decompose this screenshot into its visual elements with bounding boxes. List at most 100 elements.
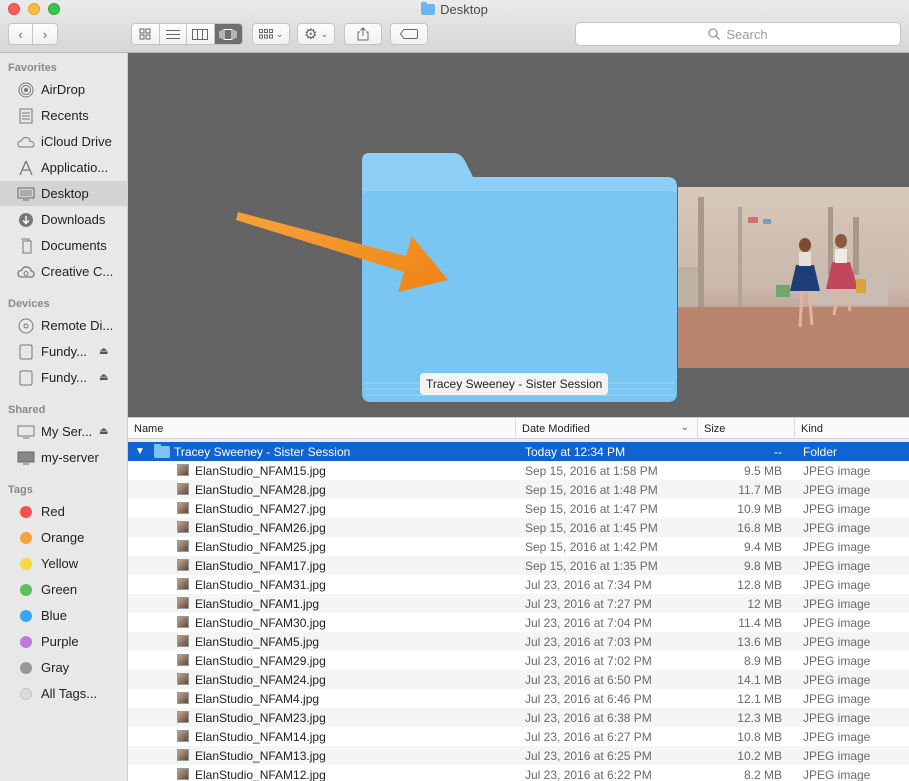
search-field[interactable]: Search (575, 22, 901, 46)
columns-icon (192, 28, 209, 40)
applications-icon (17, 159, 35, 177)
preview-caption: Tracey Sweeney - Sister Session (420, 373, 609, 395)
cover-flow-view-button[interactable] (214, 24, 242, 44)
sidebar-item-desktop[interactable]: Desktop (0, 181, 127, 206)
orange-arrow-annotation (236, 212, 448, 292)
list-view-button[interactable] (160, 24, 187, 44)
file-row[interactable]: ElanStudio_NFAM1.jpg Jul 23, 2016 at 7:27… (128, 594, 909, 613)
column-header-date-modified[interactable]: Date Modified ⌄ (515, 418, 697, 439)
sidebar-item-airdrop[interactable]: AirDrop (0, 77, 127, 102)
chevron-down-icon: ⌄ (275, 28, 284, 39)
column-view-button[interactable] (187, 24, 215, 44)
chevron-right-icon: › (42, 26, 48, 42)
file-row[interactable]: ElanStudio_NFAM31.jpg Jul 23, 2016 at 7:3… (128, 575, 909, 594)
sidebar-tag-purple[interactable]: Purple (0, 629, 127, 654)
file-row[interactable]: ElanStudio_NFAM24.jpg Jul 23, 2016 at 6:5… (128, 670, 909, 689)
file-list: ▼ Tracey Sweeney - Sister Session Today … (128, 442, 909, 781)
back-button[interactable]: ‹ (9, 24, 34, 44)
folder-row[interactable]: ▼ Tracey Sweeney - Sister Session Today … (128, 442, 909, 461)
list-icon (165, 29, 180, 39)
folder-icon (154, 444, 170, 458)
search-icon (708, 28, 721, 40)
column-header-name[interactable]: Name (128, 418, 515, 439)
back-forward-control: ‹ › (8, 23, 58, 45)
list-header: Name Date Modified ⌄ Size Kind (128, 417, 909, 439)
tags-heading: Tags (8, 484, 33, 496)
file-row[interactable]: ElanStudio_NFAM25.jpg Sep 15, 2016 at 1:4… (128, 537, 909, 556)
file-row[interactable]: ElanStudio_NFAM12.jpg Jul 23, 2016 at 6:2… (128, 765, 909, 781)
sidebar-tag-green[interactable]: Green (0, 577, 127, 602)
eject-icon[interactable]: ⏏ (99, 346, 108, 357)
arrange-grid-icon (258, 29, 273, 39)
gear-icon: ⚙ (304, 26, 318, 43)
image-thumbnail-icon (177, 540, 189, 552)
icon-view-button[interactable] (132, 24, 160, 44)
sidebar-tag-gray[interactable]: Gray (0, 655, 127, 680)
sidebar-item-my-server[interactable]: My Ser... ⏏ (0, 419, 127, 444)
file-row[interactable]: ElanStudio_NFAM23.jpg Jul 23, 2016 at 6:3… (128, 708, 909, 727)
recents-icon (17, 107, 35, 125)
file-row[interactable]: ElanStudio_NFAM27.jpg Sep 15, 2016 at 1:4… (128, 499, 909, 518)
image-thumbnail-icon (177, 692, 189, 704)
column-header-kind[interactable]: Kind (794, 418, 909, 439)
view-mode-control (131, 23, 243, 45)
sidebar-tag-red[interactable]: Red (0, 499, 127, 524)
share-button[interactable] (344, 23, 382, 45)
chevron-down-icon: ⌄ (680, 422, 689, 433)
file-row[interactable]: ElanStudio_NFAM26.jpg Sep 15, 2016 at 1:4… (128, 518, 909, 537)
file-row[interactable]: ElanStudio_NFAM5.jpg Jul 23, 2016 at 7:03… (128, 632, 909, 651)
image-thumbnail-icon (177, 730, 189, 742)
cloud-icon (17, 133, 35, 151)
sidebar-tag-blue[interactable]: Blue (0, 603, 127, 628)
tag-color-dot (20, 531, 32, 544)
forward-button[interactable]: › (33, 24, 57, 44)
sidebar-item-recents[interactable]: Recents (0, 103, 127, 128)
file-row[interactable]: ElanStudio_NFAM17.jpg Sep 15, 2016 at 1:3… (128, 556, 909, 575)
downloads-icon (17, 211, 35, 229)
sidebar-item-icloud-drive[interactable]: iCloud Drive (0, 129, 127, 154)
toolbar: Desktop ‹ › ⌄ ⚙ ⌄ Search (0, 0, 909, 53)
sidebar-tag-all[interactable]: All Tags... (0, 681, 127, 706)
sidebar-tag-yellow[interactable]: Yellow (0, 551, 127, 576)
photo-preview-image[interactable] (678, 187, 909, 368)
sidebar-item-fundy-2[interactable]: Fundy... ⏏ (0, 365, 127, 390)
sidebar-item-creative-cloud[interactable]: Creative C... (0, 259, 127, 284)
file-row[interactable]: ElanStudio_NFAM15.jpg Sep 15, 2016 at 1:5… (128, 461, 909, 480)
documents-icon (17, 237, 35, 255)
sidebar-tag-orange[interactable]: Orange (0, 525, 127, 550)
file-row[interactable]: ElanStudio_NFAM4.jpg Jul 23, 2016 at 6:46… (128, 689, 909, 708)
sidebar-item-documents[interactable]: Documents (0, 233, 127, 258)
action-button[interactable]: ⚙ ⌄ (297, 23, 335, 45)
image-thumbnail-icon (177, 654, 189, 666)
file-row[interactable]: ElanStudio_NFAM29.jpg Jul 23, 2016 at 7:0… (128, 651, 909, 670)
tag-color-dot (20, 635, 32, 648)
chevron-down-icon: ⌄ (320, 28, 328, 39)
image-thumbnail-icon (177, 464, 189, 476)
sidebar-item-applications[interactable]: Applicatio... (0, 155, 127, 180)
image-thumbnail-icon (177, 673, 189, 685)
file-row[interactable]: ElanStudio_NFAM28.jpg Sep 15, 2016 at 1:4… (128, 480, 909, 499)
tag-color-dot (20, 661, 32, 674)
file-row[interactable]: ElanStudio_NFAM14.jpg Jul 23, 2016 at 6:2… (128, 727, 909, 746)
disclosure-triangle-icon[interactable]: ▼ (135, 446, 145, 457)
cover-flow-preview: Tracey Sweeney - Sister Session (128, 53, 909, 417)
column-header-size[interactable]: Size (697, 418, 794, 439)
tag-color-dot (20, 557, 32, 570)
tag-color-dot (20, 609, 32, 622)
server-icon (17, 423, 35, 441)
file-row[interactable]: ElanStudio_NFAM30.jpg Jul 23, 2016 at 7:0… (128, 613, 909, 632)
sidebar-item-fundy-1[interactable]: Fundy... ⏏ (0, 339, 127, 364)
grid-icon (139, 28, 151, 40)
sidebar-item-my-server-2[interactable]: my-server (0, 445, 127, 470)
eject-icon[interactable]: ⏏ (99, 372, 108, 383)
image-thumbnail-icon (177, 597, 189, 609)
disc-icon (17, 317, 35, 335)
arrange-button[interactable]: ⌄ (252, 23, 290, 45)
image-thumbnail-icon (177, 578, 189, 590)
edit-tags-button[interactable] (390, 23, 428, 45)
eject-icon[interactable]: ⏏ (99, 426, 108, 437)
sidebar-item-remote-disc[interactable]: Remote Di... (0, 313, 127, 338)
sidebar-item-downloads[interactable]: Downloads (0, 207, 127, 232)
search-placeholder: Search (726, 26, 768, 42)
file-row[interactable]: ElanStudio_NFAM13.jpg Jul 23, 2016 at 6:2… (128, 746, 909, 765)
